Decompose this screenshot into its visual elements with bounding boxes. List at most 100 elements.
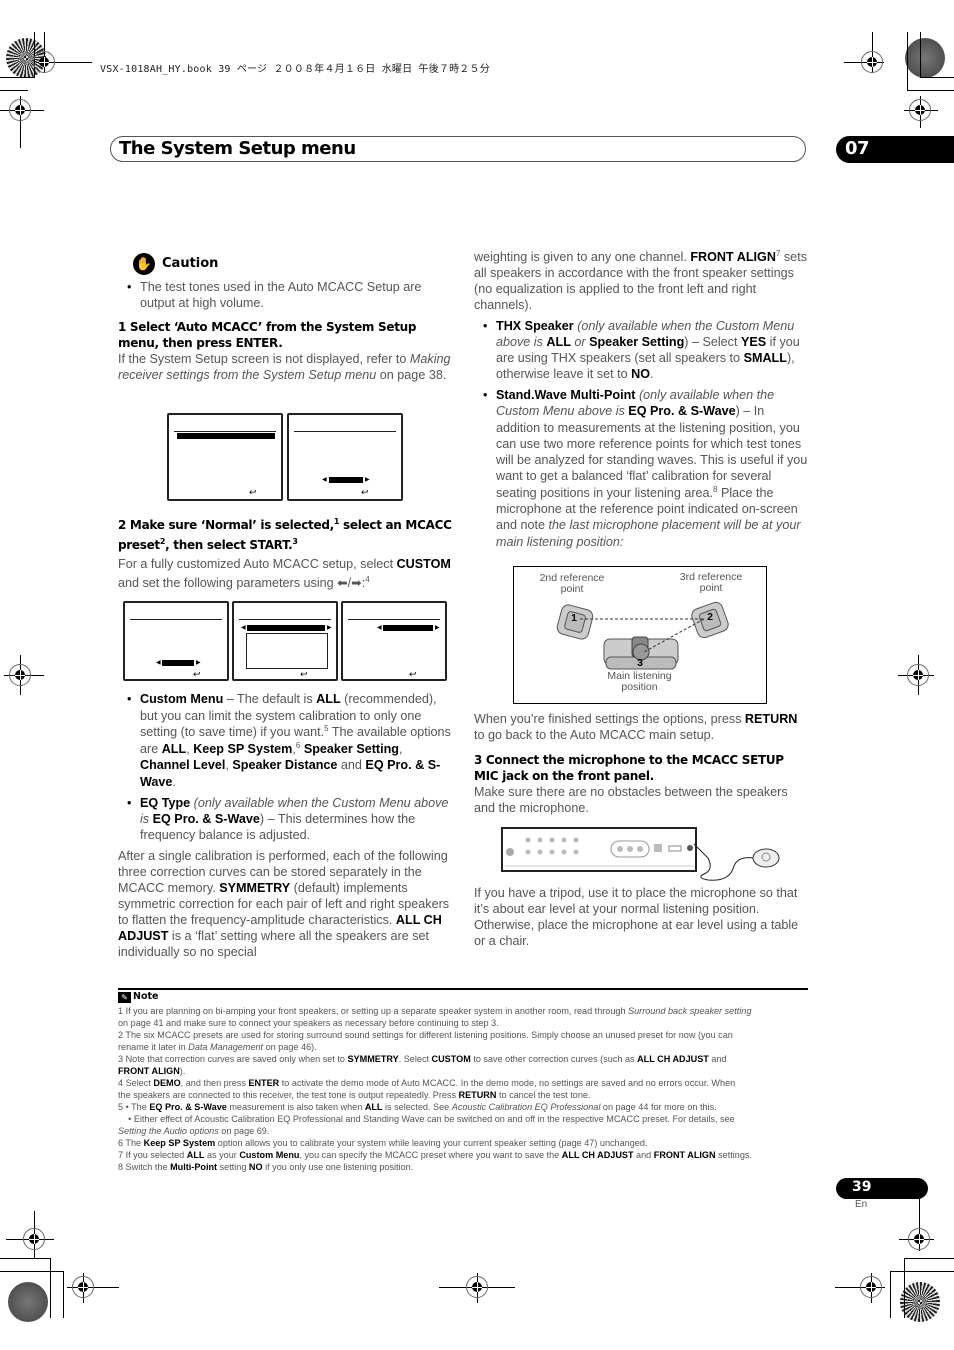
color-registration-target [8, 1282, 48, 1322]
text: 4 Select [118, 1078, 154, 1088]
text: 3 Note that correction curves are saved … [118, 1054, 348, 1064]
keyword: Keep SP System [143, 1138, 216, 1148]
keyword: EQ Pro. & S-Wave [628, 404, 736, 419]
text: When you’re finished settings the option… [474, 712, 745, 726]
text: – The default is [223, 692, 317, 706]
step2-body: For a fully customized Auto MCACC setup,… [118, 555, 458, 593]
text: on page 46). [263, 1042, 317, 1052]
step2-heading: 2 Make sure ‘Normal’ is selected,1 selec… [118, 515, 458, 555]
text: and [633, 1150, 654, 1160]
front-align-paragraph: weighting is given to any one channel. F… [474, 249, 809, 313]
footnote-8: 8 Switch the Multi-Point setting NO if y… [118, 1161, 818, 1173]
term: Stand.Wave Multi-Point [496, 388, 636, 402]
term: THX Speaker [496, 319, 574, 333]
color-registration-target [900, 1282, 940, 1322]
keyword: RETURN [458, 1090, 497, 1100]
text: and set the following parameters using ⬅… [118, 576, 366, 590]
footnote-6: 6 The Keep SP System option allows you t… [118, 1137, 818, 1149]
right-column: weighting is given to any one channel. F… [474, 249, 809, 555]
text: . [650, 367, 654, 381]
keyword: DEMO [153, 1078, 181, 1088]
keyword: Keep SP System [193, 741, 293, 756]
crop-mark [907, 32, 908, 90]
text: to cancel the test tone. [496, 1090, 591, 1100]
note-label: Note [133, 991, 159, 1002]
keyword: NO [248, 1162, 263, 1172]
text: settings. [715, 1150, 752, 1160]
hand-stop-icon: ✋ [133, 253, 155, 275]
footnote-3: 3 Note that correction curves are saved … [118, 1053, 818, 1065]
page-number: 39 [852, 1179, 872, 1195]
text: if you only use one listening position. [262, 1162, 414, 1172]
text: 6 The [118, 1138, 144, 1148]
keyword: Speaker Setting [589, 335, 685, 349]
keyword: CUSTOM [431, 1054, 471, 1064]
text: or [570, 335, 590, 349]
section-title-bar: The System Setup menu [110, 136, 806, 162]
text: 5 • The [118, 1102, 150, 1112]
chair-number-2: 2 [707, 611, 713, 623]
text: on page 38. [376, 368, 447, 382]
custom-options-block: Custom Menu – The default is ALL (recomm… [118, 691, 453, 960]
page-number-tab: 39 [836, 1178, 928, 1199]
return-icon: ↩ [409, 669, 417, 679]
text: . [172, 774, 176, 789]
keyword: Custom Menu [239, 1150, 300, 1160]
footnote-5-cont: Setting the Audio options on page 69. [118, 1125, 818, 1137]
keyword: FRONT ALIGN [653, 1150, 716, 1160]
thx-speaker-bullet: THX Speaker (only available when the Cus… [474, 318, 809, 382]
text: option allows you to calibrate your syst… [215, 1138, 648, 1148]
keyword: RETURN [744, 712, 798, 726]
text: , then select START. [165, 538, 293, 552]
crop-mark [0, 1258, 50, 1259]
keyword: SYMMETRY [347, 1054, 399, 1064]
front-panel-drawing [505, 837, 693, 867]
text: to save other correction curves (such as [470, 1054, 638, 1064]
keyword: Speaker Setting [303, 741, 399, 756]
crop-mark [27, 90, 28, 91]
caution-label: Caution [162, 256, 219, 271]
text: For a fully customized Auto MCACC setup,… [118, 557, 397, 571]
footnote-4-cont: the speakers are connected to this recei… [118, 1089, 818, 1101]
crop-mark [0, 1271, 63, 1272]
text: to go back to the Auto MCACC main setup. [474, 728, 715, 742]
footnote-ref[interactable]: 4 [365, 575, 369, 584]
crop-mark [0, 90, 27, 91]
text: ) – Select [684, 335, 741, 349]
crop-mark [890, 1271, 954, 1272]
crop-mark [907, 90, 954, 91]
crop-mark [904, 1258, 954, 1259]
text: measurement is also taken when [226, 1102, 365, 1112]
keyword: ALL [161, 741, 187, 756]
footnote-ref[interactable]: 6 [296, 740, 300, 749]
keyword: ALL [186, 1150, 205, 1160]
osd-screen-normal: ◀ ▶ ↩ [287, 413, 403, 501]
step3-body: Make sure there are no obstacles between… [474, 785, 788, 815]
keyword: ALL [546, 335, 571, 349]
crop-mark [0, 77, 34, 78]
step1-body: If the System Setup screen is not displa… [118, 351, 453, 383]
tripod-paragraph: If you have a tripod, use it to place th… [474, 886, 799, 948]
keyword: FRONT ALIGN [690, 250, 776, 264]
cross-reference: Data Management [188, 1042, 264, 1052]
calibration-paragraph: After a single calibration is performed,… [118, 848, 453, 960]
keyword: ALL [316, 692, 341, 706]
crop-mark [904, 1258, 905, 1318]
caution-text: The test tones used in the Auto MCACC Se… [118, 279, 448, 316]
step1-heading: 1 Select ‘Auto MCACC’ from the System Se… [118, 320, 417, 350]
caution-bullet: The test tones used in the Auto MCACC Se… [118, 279, 448, 311]
section-title: The System Setup menu [119, 138, 356, 159]
text: setting [217, 1162, 249, 1172]
keyword: SMALL [743, 351, 787, 365]
note-heading: ✎ Note [118, 990, 818, 1003]
return-icon: ↩ [193, 669, 201, 679]
right-column-lower: When you’re finished settings the option… [474, 711, 809, 816]
footnote-ref[interactable]: 3 [292, 537, 298, 546]
eq-type-bullet: EQ Type (only available when the Custom … [118, 795, 453, 843]
footnotes: ✎ Note 1 If you are planning on bi-amping… [118, 990, 818, 1173]
keyword: SYMMETRY [219, 881, 291, 895]
keyword: EQ Pro. & S-Wave [149, 1102, 227, 1112]
standwave-bullet: Stand.Wave Multi-Point (only available w… [474, 387, 809, 550]
text: 7 If you selected [118, 1150, 187, 1160]
text: ). [179, 1066, 186, 1076]
